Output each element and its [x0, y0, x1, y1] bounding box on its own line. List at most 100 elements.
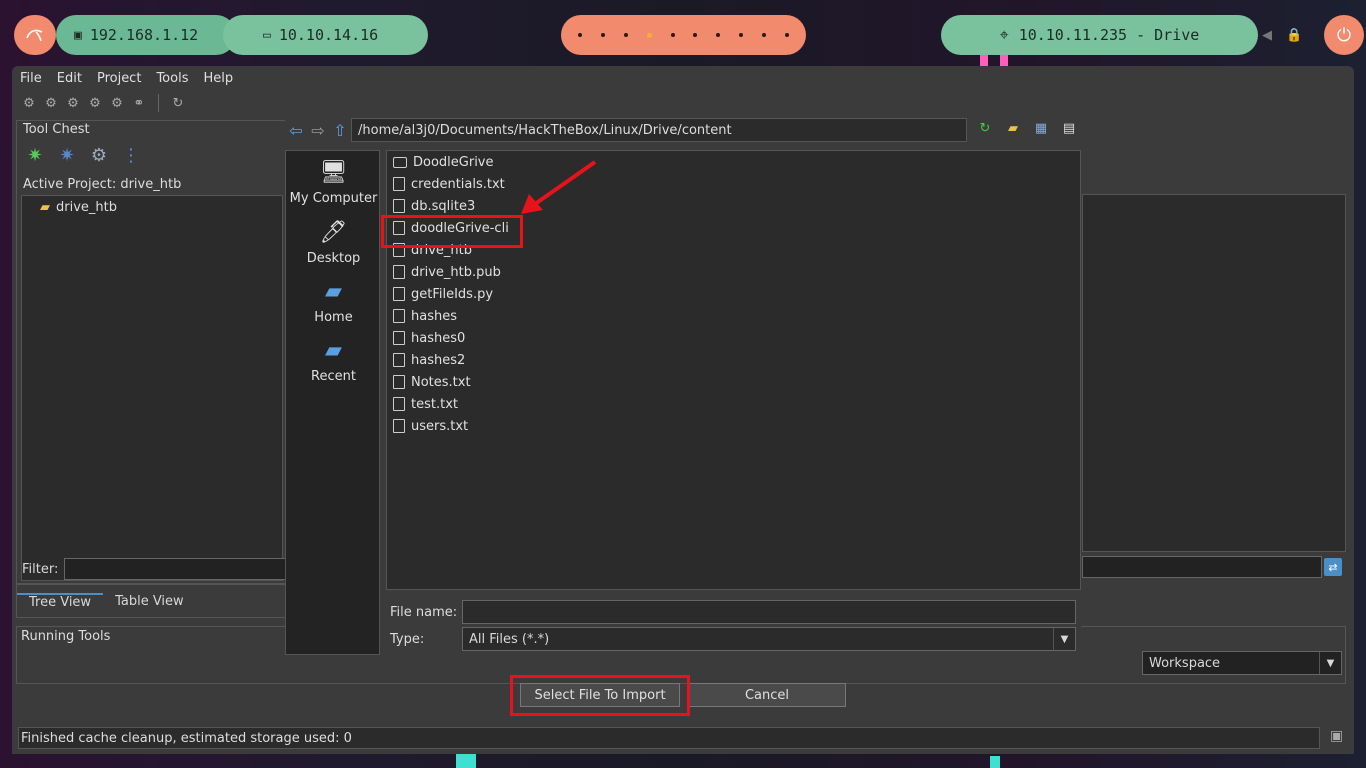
tool-chest-title: Tool Chest: [23, 122, 90, 137]
file-name: Notes.txt: [411, 374, 471, 390]
path-tools: ↻ ▰ ▦ ▤: [975, 118, 1079, 138]
file-icon: [393, 375, 405, 389]
workspace-dot[interactable]: [578, 33, 583, 37]
filter-input[interactable]: [64, 558, 286, 580]
file-row[interactable]: doodleGrive-cli: [393, 217, 509, 239]
toolbar-gear-icon[interactable]: ⚙: [20, 94, 38, 112]
volume-icon[interactable]: ◀: [1262, 28, 1272, 43]
place-label: Recent: [311, 369, 356, 384]
workspace-dot[interactable]: [623, 33, 628, 37]
menu-help[interactable]: Help: [203, 71, 233, 86]
file-list[interactable]: DoodleGrive credentials.txt db.sqlite3 dood…: [386, 150, 1081, 590]
file-row[interactable]: test.txt: [393, 393, 458, 415]
gears-tool-icon[interactable]: ⚙: [87, 143, 111, 167]
file-name-input[interactable]: [462, 600, 1076, 624]
workspace-dot[interactable]: [716, 33, 721, 37]
view-tabs: Tree View Table View: [16, 584, 286, 618]
place-label: Home: [314, 310, 353, 325]
power-button[interactable]: ⏻: [1324, 15, 1364, 55]
network-icon: ▣: [74, 27, 82, 43]
tab-tree-view[interactable]: Tree View: [17, 592, 104, 610]
toolbar-gear-icon[interactable]: ⚙: [42, 94, 60, 112]
dragon-tool-icon[interactable]: ✷: [23, 143, 47, 167]
workspace-dot[interactable]: [738, 33, 743, 37]
select-file-label: Select File To Import: [534, 687, 666, 703]
workspace-select[interactable]: Workspace ▼: [1142, 651, 1342, 675]
cancel-button[interactable]: Cancel: [688, 683, 846, 707]
file-type-select[interactable]: All Files (*.*) ▼: [462, 627, 1076, 651]
toolbar-gear-icon[interactable]: ⚙: [64, 94, 82, 112]
file-icon: [393, 287, 405, 301]
toolbar-gear-icon[interactable]: ⚙: [108, 94, 126, 112]
file-row[interactable]: getFileIds.py: [393, 283, 493, 305]
path-text: /home/al3j0/Documents/HackTheBox/Linux/D…: [358, 122, 732, 138]
menu-tools[interactable]: Tools: [156, 71, 188, 86]
file-row[interactable]: db.sqlite3: [393, 195, 475, 217]
place-my-computer[interactable]: 🖥 My Computer: [286, 157, 381, 207]
cancel-label: Cancel: [744, 687, 790, 703]
place-label: Desktop: [306, 251, 361, 266]
up-arrow-icon[interactable]: ⇧: [329, 119, 351, 141]
new-folder-icon[interactable]: ▰: [1003, 118, 1023, 138]
file-row[interactable]: Notes.txt: [393, 371, 471, 393]
project-tree[interactable]: ▰ drive_htb: [21, 195, 283, 581]
place-recent[interactable]: ▰ Recent: [286, 335, 381, 385]
file-name: db.sqlite3: [411, 198, 476, 214]
main-toolbar: ⚙ ⚙ ⚙ ⚙ ⚙ ⚭ ↻: [20, 92, 187, 114]
file-name: DoodleGrive: [413, 154, 494, 170]
project-tree-root[interactable]: ▰ drive_htb: [40, 200, 117, 215]
back-arrow-icon[interactable]: ⇦: [285, 119, 307, 141]
filter-apply-icon[interactable]: ⇄: [1324, 558, 1342, 576]
file-name: getFileIds.py: [411, 286, 494, 302]
file-row[interactable]: drive_htb: [393, 239, 472, 261]
dragon-tool-icon[interactable]: ✷: [55, 143, 79, 167]
laptop-icon: ▭: [263, 27, 271, 43]
refresh-icon[interactable]: ↻: [975, 118, 995, 138]
path-input[interactable]: /home/al3j0/Documents/HackTheBox/Linux/D…: [351, 118, 967, 142]
place-label: My Computer: [289, 191, 378, 206]
kali-menu-button[interactable]: [14, 15, 56, 55]
workspace-dot[interactable]: [670, 33, 675, 37]
file-row[interactable]: hashes2: [393, 349, 465, 371]
file-icon: [393, 243, 405, 257]
toolbar-gear-icon[interactable]: ⚙: [86, 94, 104, 112]
file-icon: [393, 177, 405, 191]
lock-icon[interactable]: 🔒: [1286, 28, 1302, 43]
menu-file[interactable]: File: [20, 71, 42, 86]
file-row[interactable]: drive_htb.pub: [393, 261, 501, 283]
tool-chest-icons: ✷ ✷ ⚙ ⋮: [23, 143, 143, 167]
place-home[interactable]: ▰ Home: [286, 276, 381, 326]
crosshair-icon: ⌖: [999, 25, 1009, 44]
footprints-tool-icon[interactable]: ⋮: [119, 143, 143, 167]
workspace-dot[interactable]: [693, 33, 698, 37]
file-row[interactable]: hashes: [393, 305, 457, 327]
filter-input-right[interactable]: [1082, 556, 1322, 578]
target-text: 10.10.11.235 - Drive: [1018, 26, 1200, 44]
file-row[interactable]: hashes0: [393, 327, 465, 349]
toolbar-link-icon[interactable]: ⚭: [130, 94, 148, 112]
workspace-switcher[interactable]: [561, 15, 806, 55]
select-file-button[interactable]: Select File To Import: [520, 683, 680, 707]
folder-open-icon: ▰: [40, 200, 50, 215]
workspace-dot[interactable]: [646, 32, 652, 38]
file-icon: [393, 199, 405, 213]
workspace-dot[interactable]: [761, 33, 766, 37]
dialog-path-bar: ⇦ ⇨ ⇧ /home/al3j0/Documents/HackTheBox/L…: [285, 118, 1081, 142]
workspace-dot[interactable]: [784, 33, 789, 37]
menu-project[interactable]: Project: [97, 71, 141, 86]
tab-table-view[interactable]: Table View: [103, 594, 196, 609]
workspace-dot[interactable]: [601, 33, 606, 37]
forward-arrow-icon[interactable]: ⇨: [307, 119, 329, 141]
folder-row[interactable]: DoodleGrive: [393, 151, 494, 173]
details-view-icon[interactable]: ▤: [1059, 118, 1079, 138]
places-sidebar: 🖥 My Computer 🖊 Desktop ▰ Home ▰ Recent: [285, 150, 380, 655]
menu-edit[interactable]: Edit: [57, 71, 82, 86]
file-row[interactable]: credentials.txt: [393, 173, 505, 195]
file-name: hashes: [411, 308, 457, 324]
refresh-icon[interactable]: ↻: [169, 94, 187, 112]
file-row[interactable]: users.txt: [393, 415, 468, 437]
monitor-icon[interactable]: ▣: [1330, 728, 1348, 746]
place-desktop[interactable]: 🖊 Desktop: [286, 217, 381, 267]
type-label-text: Type:: [390, 631, 425, 647]
list-view-icon[interactable]: ▦: [1031, 118, 1051, 138]
